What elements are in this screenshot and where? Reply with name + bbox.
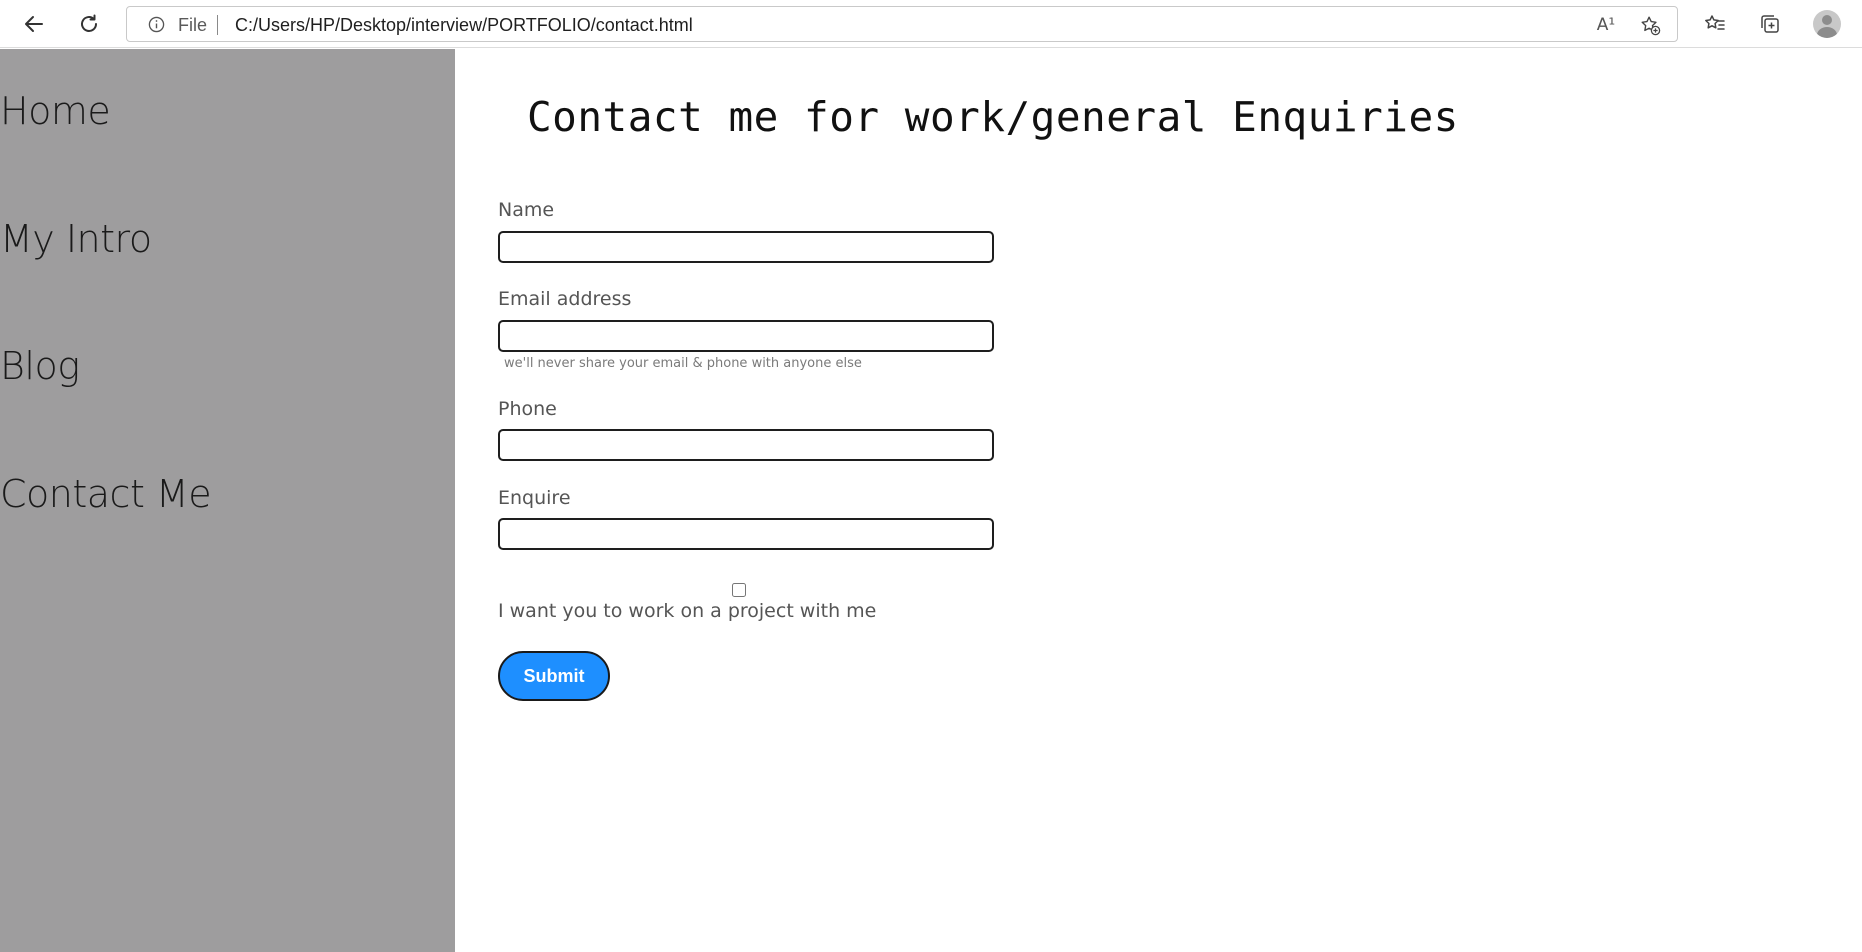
address-bar[interactable]: File C:/Users/HP/Desktop/interview/PORTF… xyxy=(126,6,1678,42)
sidebar-item-my-intro[interactable]: My Intro xyxy=(0,217,152,261)
url-text[interactable]: C:/Users/HP/Desktop/interview/PORTFOLIO/… xyxy=(235,15,693,36)
collections-button[interactable] xyxy=(1752,6,1788,42)
submit-button[interactable]: Submit xyxy=(498,651,610,701)
add-favorite-icon[interactable] xyxy=(1639,14,1661,36)
project-checkbox[interactable] xyxy=(732,583,746,597)
scheme-label: File xyxy=(178,15,208,35)
refresh-button[interactable] xyxy=(71,6,107,42)
favorites-button[interactable] xyxy=(1697,6,1733,42)
address-separator xyxy=(217,15,218,35)
phone-label: Phone xyxy=(498,398,557,420)
sidebar-item-blog[interactable]: Blog xyxy=(0,344,80,388)
main-content: Contact me for work/general Enquiries Na… xyxy=(455,49,1862,952)
back-arrow-icon xyxy=(22,12,46,36)
refresh-icon xyxy=(77,12,101,36)
name-label: Name xyxy=(498,199,555,221)
project-checkbox-label: I want you to work on a project with me xyxy=(498,600,877,622)
name-field[interactable] xyxy=(498,231,994,263)
collections-icon xyxy=(1758,12,1782,36)
phone-field[interactable] xyxy=(498,429,994,461)
email-help-text: we'll never share your email & phone wit… xyxy=(504,356,862,371)
page-title: Contact me for work/general Enquiries xyxy=(527,93,1459,141)
sidebar-item-contact-me[interactable]: Contact Me xyxy=(0,472,212,516)
email-label: Email address xyxy=(498,288,632,310)
read-aloud-icon[interactable]: A¹ xyxy=(1595,14,1617,36)
back-button[interactable] xyxy=(16,6,52,42)
favorites-icon xyxy=(1703,12,1727,36)
info-icon[interactable] xyxy=(148,16,165,33)
profile-avatar-icon[interactable] xyxy=(1813,10,1841,38)
sidebar: Home My Intro Blog Contact Me xyxy=(0,49,455,952)
enquire-field[interactable] xyxy=(498,518,994,550)
enquire-label: Enquire xyxy=(498,487,571,509)
sidebar-item-home[interactable]: Home xyxy=(0,89,111,133)
browser-toolbar: File C:/Users/HP/Desktop/interview/PORTF… xyxy=(0,0,1862,48)
email-field[interactable] xyxy=(498,320,994,352)
